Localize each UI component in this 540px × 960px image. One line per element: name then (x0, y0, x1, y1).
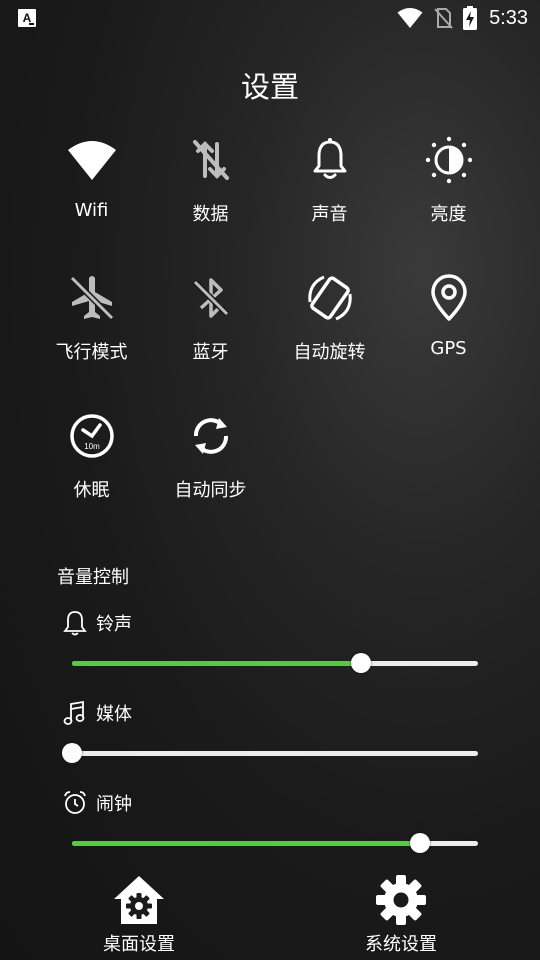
toggle-sync[interactable]: 自动同步 (151, 410, 270, 530)
toggle-label: 声音 (311, 204, 348, 225)
toggle-bluetooth[interactable]: 蓝牙 (151, 272, 270, 392)
status-icons: 5:33 (397, 4, 528, 32)
music-note-icon (63, 700, 85, 725)
toggle-label: 休眠 (73, 480, 110, 501)
svg-text:A: A (23, 11, 32, 25)
desktop-settings-label: 桌面设置 (103, 934, 175, 955)
volume-label-ringtone: 铃声 (62, 609, 132, 637)
desktop-settings-button[interactable]: 桌面设置 (59, 872, 219, 960)
alarm-volume-slider[interactable] (72, 832, 478, 854)
slider-fill (72, 661, 362, 666)
ringtone-volume-slider[interactable] (72, 652, 478, 674)
media-volume-slider[interactable] (62, 742, 478, 764)
page-title: 设置 (240, 70, 299, 104)
mobile-data-off-icon (192, 140, 229, 180)
slider-fill (72, 841, 420, 846)
bell-outline-icon (63, 611, 87, 636)
volume-label-alarm: 闹钟 (62, 789, 132, 817)
sleep-timer-icon: 10m (69, 414, 114, 458)
slider-thumb[interactable] (409, 833, 430, 853)
toggle-brightness[interactable]: 亮度 (389, 134, 508, 254)
toggle-label: 亮度 (430, 204, 467, 225)
toggle-label: 自动旋转 (293, 342, 366, 363)
slider-track (72, 751, 478, 756)
home-gear-icon (114, 876, 164, 924)
brightness-icon (425, 136, 472, 184)
bell-icon (313, 138, 346, 179)
toggle-label: 飞行模式 (55, 342, 128, 363)
sleep-timer-badge: 10m (84, 442, 100, 451)
toggle-label: Wifi (74, 200, 109, 221)
slider-thumb[interactable] (62, 743, 82, 763)
volume-label-media: 媒体 (62, 699, 132, 727)
toggle-label: 自动同步 (174, 480, 247, 501)
system-settings-label: 系统设置 (365, 934, 437, 955)
bluetooth-off-icon (192, 278, 229, 318)
status-bar: A 5:33 (0, 0, 540, 36)
toggle-label: 蓝牙 (192, 342, 229, 363)
gear-icon (376, 875, 426, 925)
toggle-label: 数据 (192, 204, 229, 225)
location-pin-icon (430, 274, 467, 321)
slider-thumb[interactable] (351, 653, 372, 673)
toggle-label: GPS (430, 338, 467, 359)
volume-section-title: 音量控制 (57, 567, 129, 588)
screen-rotation-icon (307, 275, 352, 321)
toggle-data[interactable]: 数据 (151, 134, 270, 254)
toggle-rotate[interactable]: 自动旋转 (270, 272, 389, 392)
toggle-wifi[interactable]: Wifi (32, 134, 151, 254)
toggle-sleep[interactable]: 10m 休眠 (32, 410, 151, 530)
volume-label-text: 铃声 (96, 614, 132, 635)
alarm-clock-icon (64, 791, 86, 814)
wifi-icon (397, 8, 423, 28)
no-sim-icon (434, 8, 453, 29)
app-notification-icon: A (18, 9, 36, 27)
toggle-airplane[interactable]: 飞行模式 (32, 272, 151, 392)
system-settings-button[interactable]: 系统设置 (321, 872, 481, 960)
volume-label-text: 媒体 (96, 704, 132, 725)
airplane-off-icon (69, 275, 114, 321)
volume-label-text: 闹钟 (96, 794, 132, 815)
battery-charging-icon (463, 6, 478, 30)
status-time: 5:33 (489, 6, 528, 29)
sync-icon (193, 418, 228, 454)
toggle-sound[interactable]: 声音 (270, 134, 389, 254)
wifi-icon (67, 141, 116, 180)
toggle-gps[interactable]: GPS (389, 272, 508, 392)
